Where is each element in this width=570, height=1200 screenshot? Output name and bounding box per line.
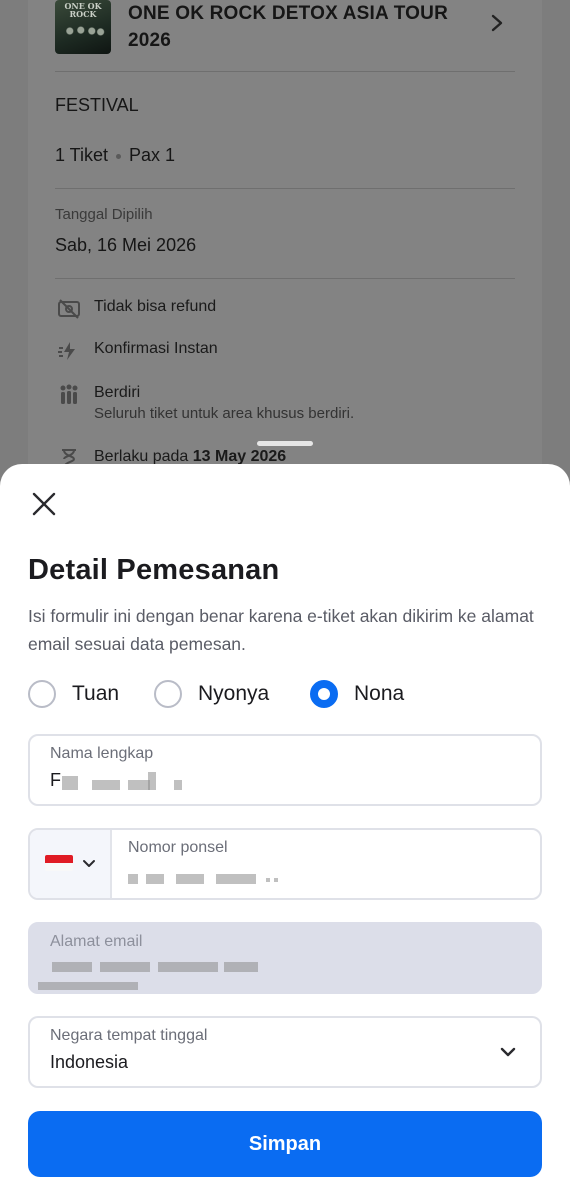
- redacted-text: [158, 962, 218, 972]
- event-thumbnail: ONE OK ROCK: [55, 0, 111, 54]
- salutation-label: Nona: [354, 682, 405, 705]
- feature-title: Konfirmasi Instan: [94, 340, 218, 357]
- ticket-quantity-line: 1 Tiket Pax 1: [55, 145, 175, 166]
- divider: [55, 278, 515, 279]
- divider: [55, 71, 515, 72]
- redacted-text: [38, 982, 138, 990]
- country-value[interactable]: Indonesia: [50, 1052, 128, 1073]
- chevron-right-icon[interactable]: [488, 12, 506, 34]
- full-name-value[interactable]: F: [50, 770, 61, 791]
- feature-no-refund: Tidak bisa refund: [55, 297, 515, 327]
- chevron-down-icon[interactable]: [498, 1042, 518, 1062]
- ticket-quantity: 1 Tiket: [55, 145, 109, 165]
- sheet-title: Detail Pemesanan: [28, 554, 280, 586]
- redacted-text: [224, 962, 258, 972]
- feature-title: Tidak bisa refund: [94, 298, 217, 315]
- phone-field[interactable]: Nomor ponsel: [28, 828, 542, 900]
- redacted-text: [128, 780, 150, 790]
- radio-unchecked-icon[interactable]: [28, 680, 56, 708]
- full-name-field[interactable]: Nama lengkap F: [28, 734, 542, 806]
- email-label: Alamat email: [50, 933, 143, 950]
- full-name-label: Nama lengkap: [50, 745, 154, 762]
- background-page: ONE OK ROCK ONE OK ROCK DETOX ASIA TOUR …: [0, 0, 570, 480]
- event-thumbnail-text: ONE OK ROCK: [64, 1, 102, 19]
- salutation-label: Tuan: [72, 682, 120, 705]
- country-label: Negara tempat tinggal: [50, 1027, 208, 1044]
- radio-unchecked-icon[interactable]: [154, 680, 182, 708]
- validity-date: 13 May 2026: [192, 448, 287, 465]
- indonesia-flag-icon: [45, 855, 73, 871]
- redacted-text: [128, 874, 138, 884]
- redacted-text: [174, 780, 182, 790]
- no-refund-icon: [58, 299, 80, 319]
- date-label: Tanggal Dipilih: [55, 206, 153, 223]
- sheet-description: Isi formulir ini dengan benar karena e-t…: [28, 606, 534, 654]
- booking-details-sheet: Detail Pemesanan Isi formulir ini dengan…: [0, 464, 570, 1200]
- redacted-text: [62, 776, 78, 790]
- phone-label: Nomor ponsel: [128, 839, 228, 856]
- country-code-selector[interactable]: [30, 830, 112, 898]
- instant-confirm-icon: [58, 342, 75, 360]
- redacted-text: [100, 962, 150, 972]
- redacted-text: [146, 874, 164, 884]
- salutation-option-nona[interactable]: Nona: [310, 678, 420, 710]
- divider: [55, 188, 515, 189]
- redacted-text: [176, 874, 204, 884]
- redacted-text: [266, 878, 270, 882]
- redacted-text: [52, 962, 92, 972]
- chevron-down-icon[interactable]: [82, 857, 96, 871]
- event-thumbnail-graphic: [61, 22, 105, 40]
- salutation-option-tuan[interactable]: Tuan: [28, 678, 128, 710]
- feature-title: Berdiri: [94, 384, 141, 401]
- email-field: Alamat email: [28, 922, 542, 994]
- redacted-text: [92, 780, 120, 790]
- close-icon[interactable]: [28, 488, 60, 520]
- save-button[interactable]: Simpan: [28, 1111, 542, 1177]
- salutation-option-nyonya[interactable]: Nyonya: [154, 678, 284, 710]
- feature-standing: Berdiri Seluruh tiket untuk area khusus …: [55, 383, 515, 429]
- redacted-text: [274, 878, 278, 882]
- event-title[interactable]: ONE OK ROCK DETOX ASIA TOUR 2026: [128, 0, 468, 54]
- sheet-drag-handle[interactable]: [257, 441, 313, 446]
- radio-checked-icon[interactable]: [310, 680, 338, 708]
- feature-subtitle: Seluruh tiket untuk area khusus berdiri.: [94, 405, 355, 422]
- separator-dot: [116, 153, 122, 159]
- ticket-pax: Pax 1: [129, 145, 176, 165]
- feature-instant-confirm: Konfirmasi Instan: [55, 339, 515, 369]
- ticket-category: FESTIVAL: [55, 95, 139, 115]
- standing-people-icon: [60, 384, 78, 404]
- validity-prefix: Berlaku pada: [94, 448, 189, 465]
- salutation-label: Nyonya: [198, 682, 270, 705]
- date-value: Sab, 16 Mei 2026: [55, 235, 197, 255]
- redacted-text: [148, 772, 156, 790]
- country-select[interactable]: Negara tempat tinggal Indonesia: [28, 1016, 542, 1088]
- redacted-text: [216, 874, 256, 884]
